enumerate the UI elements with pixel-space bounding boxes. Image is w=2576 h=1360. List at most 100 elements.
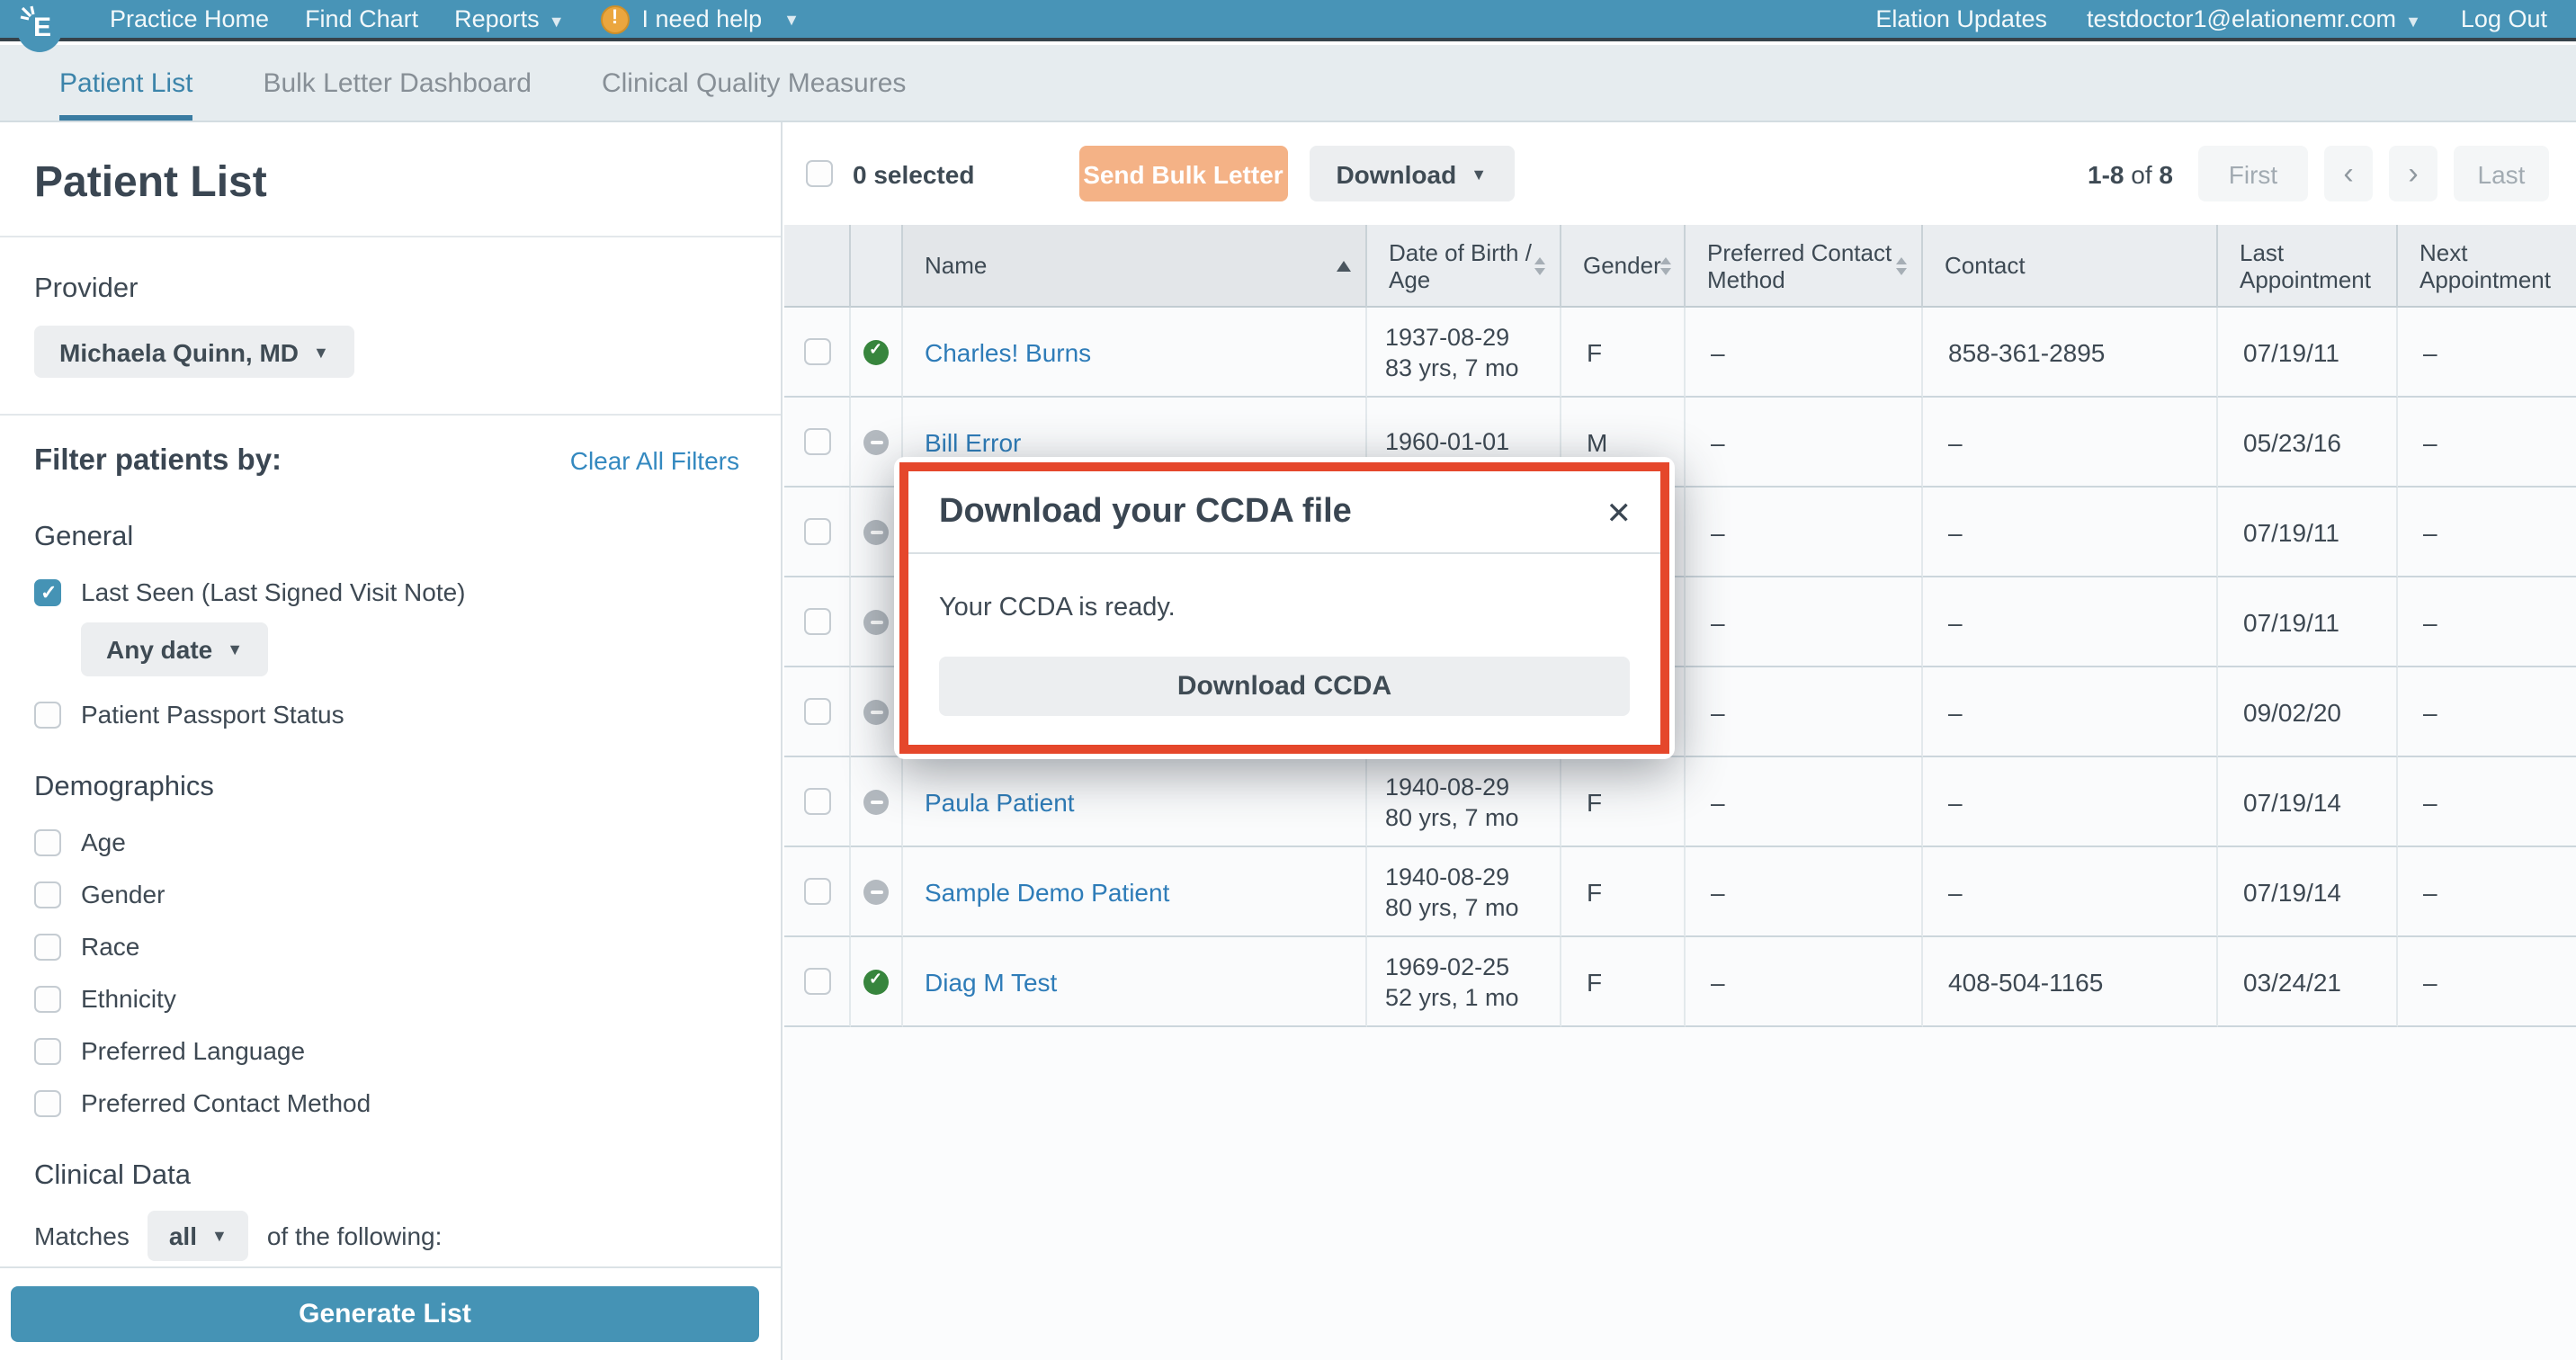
table-toolbar: 0 selected Send Bulk Letter Download ▼ 1… <box>784 122 2576 225</box>
table-row: Paula Patient 1940-08-2980 yrs, 7 mo F –… <box>784 757 2576 847</box>
nav-find-chart[interactable]: Find Chart <box>305 5 418 32</box>
pagination-first-button[interactable]: First <box>2198 146 2308 201</box>
clear-all-filters-link[interactable]: Clear All Filters <box>570 446 739 475</box>
contact-cell: – <box>1923 488 2218 577</box>
last-appointment-cell: 09/02/20 <box>2218 667 2398 757</box>
filter-last-seen-label: Last Seen (Last Signed Visit Note) <box>81 577 466 606</box>
nav-help[interactable]: ! I need help ▼ <box>601 4 800 33</box>
row-checkbox[interactable] <box>803 518 830 545</box>
contact-cell: – <box>1923 757 2218 847</box>
section-clinical-data: Clinical Data <box>34 1160 739 1193</box>
header-gender[interactable]: Gender <box>1561 225 1686 308</box>
age-value: 83 yrs, 7 mo <box>1385 352 1519 382</box>
generate-list-button[interactable]: Generate List <box>11 1286 759 1342</box>
pagination-next-button[interactable]: › <box>2389 146 2437 201</box>
checkbox-icon <box>34 881 61 908</box>
dob-value: 1937-08-29 <box>1385 321 1509 352</box>
pagination-prev-button[interactable]: ‹ <box>2324 146 2373 201</box>
chevron-down-icon: ▼ <box>227 640 243 658</box>
last-appointment-cell: 07/19/11 <box>2218 308 2398 398</box>
row-checkbox[interactable] <box>803 878 830 905</box>
contact-cell: – <box>1923 667 2218 757</box>
nav-reports[interactable]: Reports▼ <box>454 5 564 32</box>
chevron-down-icon: ▼ <box>313 343 329 361</box>
header-dob-age[interactable]: Date of Birth / Age <box>1367 225 1561 308</box>
filter-preferred-language[interactable]: Preferred Language <box>34 1036 739 1065</box>
row-status-cell <box>851 847 903 937</box>
gender-cell: F <box>1561 847 1686 937</box>
nav-log-out[interactable]: Log Out <box>2461 5 2547 32</box>
row-checkbox[interactable] <box>803 608 830 635</box>
next-appointment-cell: – <box>2398 667 2576 757</box>
row-checkbox[interactable] <box>803 428 830 455</box>
filter-age[interactable]: Age <box>34 828 739 856</box>
nav-practice-home[interactable]: Practice Home <box>110 5 269 32</box>
age-value: 80 yrs, 7 mo <box>1385 891 1519 922</box>
patient-name-link[interactable]: Diag M Test <box>925 967 1057 996</box>
chevron-down-icon: ▼ <box>2405 13 2421 31</box>
tab-clinical-quality-measures[interactable]: Clinical Quality Measures <box>602 45 906 121</box>
select-all-checkbox[interactable] <box>806 160 833 187</box>
close-icon[interactable]: ✕ <box>1606 497 1632 528</box>
row-checkbox[interactable] <box>803 788 830 815</box>
patient-name-link[interactable]: Charles! Burns <box>925 337 1091 366</box>
header-name[interactable]: Name <box>903 225 1367 308</box>
row-checkbox[interactable] <box>803 968 830 995</box>
next-appointment-cell: – <box>2398 937 2576 1027</box>
divider <box>0 236 781 237</box>
sidebar-footer: Generate List <box>0 1266 783 1360</box>
provider-label: Provider <box>34 273 739 306</box>
row-checkbox[interactable] <box>803 338 830 365</box>
pagination-last-button[interactable]: Last <box>2454 146 2549 201</box>
download-dropdown-button[interactable]: Download ▼ <box>1309 146 1514 201</box>
next-appointment-cell: – <box>2398 847 2576 937</box>
matches-dropdown[interactable]: all ▼ <box>148 1211 249 1261</box>
gender-cell: F <box>1561 308 1686 398</box>
status-icon <box>863 519 889 544</box>
nav-help-label: I need help <box>642 5 763 32</box>
filter-label: Ethnicity <box>81 984 176 1013</box>
contact-cell: – <box>1923 398 2218 488</box>
row-checkbox-cell <box>784 308 851 398</box>
provider-dropdown[interactable]: Michaela Quinn, MD ▼ <box>34 326 354 378</box>
last-appointment-cell: 07/19/11 <box>2218 488 2398 577</box>
nav-elation-updates[interactable]: Elation Updates <box>1875 5 2047 32</box>
filter-preferred-contact-method[interactable]: Preferred Contact Method <box>34 1088 739 1117</box>
patient-name-link[interactable]: Sample Demo Patient <box>925 877 1169 906</box>
header-preferred-contact[interactable]: Preferred Contact Method <box>1686 225 1923 308</box>
sort-icon <box>1661 256 1672 274</box>
tab-patient-list[interactable]: Patient List <box>59 45 192 121</box>
header-contact: Contact <box>1923 225 2218 308</box>
patient-name-link[interactable]: Bill Error <box>925 427 1021 456</box>
elation-logo[interactable]: E <box>16 0 63 52</box>
filter-gender[interactable]: Gender <box>34 880 739 908</box>
table-header: Name Date of Birth / Age Gender Preferre… <box>784 225 2576 308</box>
filter-last-seen[interactable]: Last Seen (Last Signed Visit Note) <box>34 577 739 606</box>
nav-account-menu[interactable]: testdoctor1@elationemr.com▼ <box>2087 5 2421 32</box>
download-ccda-button[interactable]: Download CCDA <box>939 657 1630 716</box>
status-icon <box>863 699 889 724</box>
last-appointment-cell: 03/24/21 <box>2218 937 2398 1027</box>
any-date-dropdown[interactable]: Any date ▼ <box>81 622 268 676</box>
row-checkbox[interactable] <box>803 698 830 725</box>
contact-cell: 858-361-2895 <box>1923 308 2218 398</box>
patient-name-link[interactable]: Paula Patient <box>925 787 1075 816</box>
filter-patient-passport[interactable]: Patient Passport Status <box>34 700 739 729</box>
name-cell: Diag M Test <box>903 937 1367 1027</box>
table-row: Charles! Burns 1937-08-2983 yrs, 7 mo F … <box>784 308 2576 398</box>
filter-race[interactable]: Race <box>34 932 739 961</box>
pagination-of: of <box>2131 159 2151 188</box>
send-bulk-letter-button[interactable]: Send Bulk Letter <box>1078 146 1287 201</box>
divider <box>0 414 781 416</box>
dob-age-cell: 1937-08-2983 yrs, 7 mo <box>1367 308 1561 398</box>
tab-bulk-letter-dashboard[interactable]: Bulk Letter Dashboard <box>263 45 532 121</box>
preferred-contact-cell: – <box>1686 488 1923 577</box>
gender-cell: F <box>1561 937 1686 1027</box>
contact-cell: – <box>1923 847 2218 937</box>
header-dob-label: Date of Birth / Age <box>1389 238 1534 292</box>
filter-ethnicity[interactable]: Ethnicity <box>34 984 739 1013</box>
status-icon <box>863 339 889 364</box>
header-name-label: Name <box>925 252 987 279</box>
header-gender-label: Gender <box>1583 252 1661 279</box>
header-checkbox-col <box>784 225 851 308</box>
